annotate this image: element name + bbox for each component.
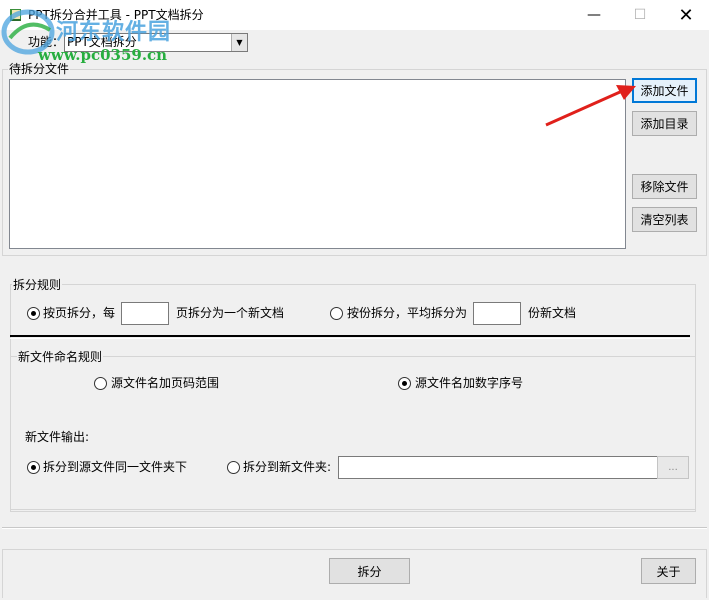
pages-per-file-input[interactable] bbox=[121, 302, 169, 325]
output-label: 新文件输出: bbox=[25, 430, 90, 444]
radio-dot-icon bbox=[31, 311, 36, 316]
output-new-folder-radio[interactable] bbox=[227, 461, 240, 474]
output-new-folder-label: 拆分到新文件夹: bbox=[243, 460, 332, 474]
minimize-button[interactable]: — bbox=[571, 0, 617, 30]
name-number-seq-label: 源文件名加数字序号 bbox=[415, 376, 524, 390]
split-by-copies-label: 按份拆分，平均拆分为 bbox=[347, 306, 468, 320]
remove-file-button[interactable]: 移除文件 bbox=[632, 174, 697, 199]
maximize-button[interactable]: ☐ bbox=[617, 0, 663, 30]
split-rules-title: 拆分规则 bbox=[12, 277, 63, 293]
files-group-title: 待拆分文件 bbox=[8, 61, 71, 77]
close-icon: ✕ bbox=[678, 4, 694, 26]
copies-count-input[interactable] bbox=[473, 302, 521, 325]
split-button[interactable]: 拆分 bbox=[329, 558, 410, 584]
split-by-page-radio[interactable] bbox=[27, 307, 40, 320]
radio-dot-icon bbox=[31, 465, 36, 470]
add-directory-button[interactable]: 添加目录 bbox=[632, 111, 697, 136]
watermark-site-name: 河东软件园 bbox=[56, 20, 172, 45]
split-by-copies-suffix: 份新文档 bbox=[528, 306, 577, 320]
name-page-range-radio[interactable] bbox=[94, 377, 107, 390]
red-arrow-annotation bbox=[545, 85, 636, 127]
maximize-icon: ☐ bbox=[633, 7, 647, 23]
separator bbox=[2, 527, 707, 529]
name-number-seq-radio[interactable] bbox=[398, 377, 411, 390]
close-button[interactable]: ✕ bbox=[663, 0, 709, 30]
chevron-down-icon[interactable]: ▼ bbox=[231, 34, 247, 51]
split-by-page-label: 按页拆分，每 bbox=[43, 306, 116, 320]
browse-button[interactable]: ... bbox=[657, 456, 689, 479]
file-list[interactable] bbox=[9, 79, 626, 249]
radio-dot-icon bbox=[402, 381, 407, 386]
name-page-range-label: 源文件名加页码范围 bbox=[111, 376, 220, 390]
add-file-button[interactable]: 添加文件 bbox=[632, 78, 697, 103]
output-path-input[interactable] bbox=[338, 456, 658, 479]
split-by-page-suffix: 页拆分为一个新文档 bbox=[176, 306, 285, 320]
about-button[interactable]: 关于 bbox=[641, 558, 696, 584]
output-same-folder-radio[interactable] bbox=[27, 461, 40, 474]
minimize-icon: — bbox=[587, 7, 601, 23]
divider bbox=[10, 335, 690, 339]
split-by-copies-radio[interactable] bbox=[330, 307, 343, 320]
clear-list-button[interactable]: 清空列表 bbox=[632, 207, 697, 232]
output-same-folder-label: 拆分到源文件同一文件夹下 bbox=[43, 460, 188, 474]
naming-rules-title: 新文件命名规则 bbox=[17, 349, 104, 365]
